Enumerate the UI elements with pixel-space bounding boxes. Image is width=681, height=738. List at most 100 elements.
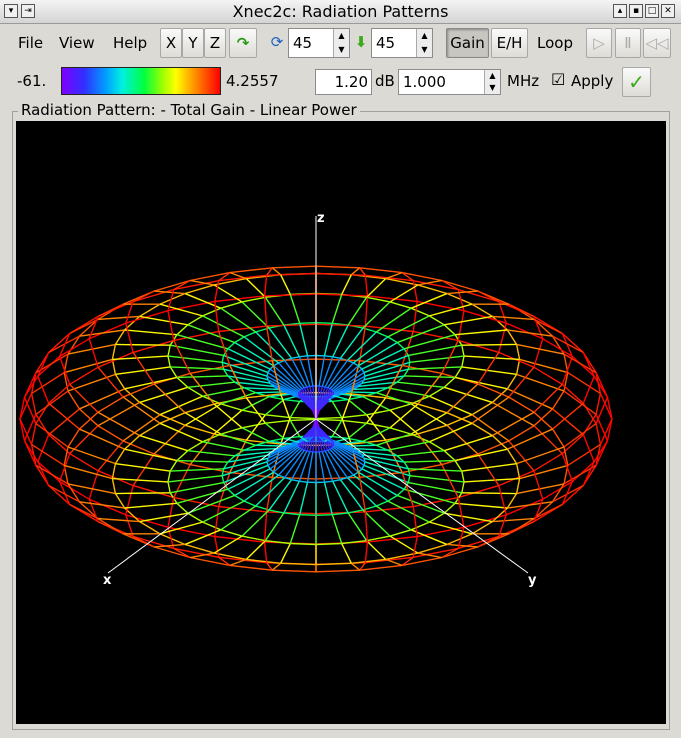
incline-spinbox[interactable]: 45 ▲ ▼ <box>371 28 433 58</box>
rewind-icon[interactable]: ◁◁ <box>643 28 671 58</box>
meridian-segment <box>187 449 235 457</box>
view-z-button[interactable]: Z <box>204 28 226 58</box>
meridian-segment <box>125 485 134 515</box>
maximize-icon[interactable]: □ <box>645 4 659 18</box>
meridian-segment <box>139 512 188 523</box>
meridian-segment <box>67 446 116 465</box>
meridian-segment <box>332 394 349 401</box>
meridian-segment <box>97 366 124 398</box>
incline-spin-arrows[interactable]: ▲ ▼ <box>416 29 432 57</box>
meridian-segment <box>389 409 419 435</box>
meridian-segment <box>31 443 65 467</box>
meridian-segment <box>347 399 368 416</box>
menu-help[interactable]: Help <box>113 28 147 58</box>
radiation-pattern-viewport[interactable]: z x y <box>16 121 666 724</box>
meridian-segment <box>498 485 507 515</box>
apply-check-button[interactable]: ✓ <box>622 67 651 97</box>
meridian-segment <box>139 386 189 404</box>
incline-icon: ⬇ <box>354 33 368 51</box>
meridian-segment <box>595 440 609 466</box>
meridian-segment <box>167 310 175 341</box>
meridian-segment <box>37 461 50 486</box>
meridian-segment <box>461 343 517 346</box>
meridian-segment <box>364 275 369 296</box>
meridian-segment <box>397 381 445 389</box>
frequency-spinbox[interactable]: 1.000 ▲ ▼ <box>398 69 501 95</box>
meridian-segment <box>48 408 80 436</box>
meridian-segment <box>446 424 479 455</box>
rotate-value: 45 <box>293 34 313 52</box>
meridian-segment <box>125 323 134 353</box>
gain-button[interactable]: Gain <box>446 28 489 58</box>
meridian-segment <box>58 356 71 385</box>
meridian-segment <box>176 375 228 379</box>
meridian-segment <box>455 329 508 336</box>
meridian-segment <box>37 375 50 404</box>
meridian-segment <box>31 371 65 395</box>
meridian-segment <box>508 303 535 317</box>
meridian-segment <box>362 427 391 442</box>
meridian-segment <box>595 397 609 424</box>
meridian-segment <box>153 383 186 414</box>
meridian-segment <box>88 338 99 368</box>
meridian-segment <box>264 296 285 326</box>
close-icon[interactable]: ✕ <box>661 4 675 18</box>
meridian-segment <box>582 375 595 404</box>
meridian-segment <box>455 502 508 509</box>
menu-view[interactable]: View <box>59 28 95 58</box>
meridian-segment <box>385 439 403 473</box>
meridian-segment <box>561 356 574 385</box>
meridian-segment <box>229 558 247 567</box>
meridian-segment <box>97 401 140 427</box>
meridian-segment <box>97 521 124 535</box>
meridian-segment <box>385 558 403 567</box>
meridian-segment <box>23 440 37 466</box>
meridian-segment <box>446 383 479 414</box>
meridian-segment <box>323 323 333 357</box>
view-y-button[interactable]: Y <box>182 28 204 58</box>
meridian-segment <box>280 274 291 295</box>
frequency-spin-arrows[interactable]: ▲ ▼ <box>484 70 500 94</box>
meridian-segment <box>19 418 33 445</box>
meridian-segment <box>331 401 343 418</box>
meridian-segment <box>289 514 301 544</box>
rotate-spin-arrows[interactable]: ▲ ▼ <box>333 29 349 57</box>
meridian-segment <box>263 275 268 296</box>
meridian-segment <box>508 366 535 398</box>
minimize-icon[interactable]: ▪ <box>629 4 643 18</box>
meridian-segment <box>364 511 369 543</box>
reset-view-icon[interactable]: ↷ <box>229 28 257 58</box>
apply-checkbox-icon[interactable]: ☑ <box>551 70 565 89</box>
play-icon[interactable]: ▷ <box>586 28 612 58</box>
menu-file[interactable]: File <box>18 28 43 58</box>
eh-button[interactable]: E/H <box>491 28 528 58</box>
meridian-segment <box>263 542 268 563</box>
meridian-segment <box>213 403 243 429</box>
meridian-segment <box>397 449 445 457</box>
window-raise-icon[interactable]: ▴ <box>613 4 627 18</box>
meridian-segment <box>97 517 140 523</box>
meridian-segment <box>599 393 613 420</box>
pause-icon[interactable]: Ⅱ <box>615 28 641 58</box>
radiation-pattern-plot <box>19 216 613 574</box>
meridian-segment <box>202 441 245 451</box>
meridian-segment <box>299 323 309 357</box>
meridian-segment <box>213 409 243 435</box>
meridian-segment <box>167 355 223 364</box>
meridian-segment <box>533 383 563 413</box>
freq-step-field[interactable]: 1.20 <box>315 69 372 95</box>
view-x-button[interactable]: X <box>160 28 182 58</box>
scale-row: -61. 4.2557 1.20 dB 1.000 ▲ ▼ MHz ☑ Apply… <box>0 67 681 99</box>
meridian-segment <box>364 542 369 563</box>
meridian-segment <box>385 271 403 280</box>
rotate-icon: ⟳ <box>270 33 284 51</box>
meridian-segment <box>519 464 568 480</box>
meridian-segment <box>289 294 301 324</box>
meridian-segment <box>241 396 270 411</box>
meridian-segment <box>561 453 574 482</box>
rotate-spinbox[interactable]: 45 ▲ ▼ <box>288 28 350 58</box>
color-scale-bar <box>61 67 221 95</box>
meridian-segment <box>88 470 99 500</box>
meridian-segment <box>563 390 597 416</box>
meridian-segment <box>533 338 544 368</box>
